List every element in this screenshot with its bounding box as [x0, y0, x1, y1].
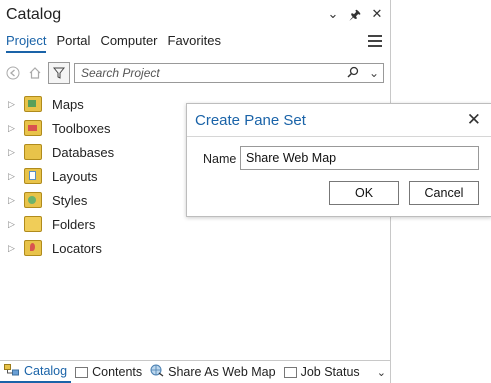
- home-icon[interactable]: [26, 64, 44, 82]
- folder-icon: [24, 216, 42, 232]
- pin-icon[interactable]: 🖈: [348, 6, 362, 28]
- tree-item-label: Styles: [52, 192, 88, 208]
- tab-label: Share As Web Map: [168, 365, 276, 379]
- chevron-down-icon[interactable]: ⌄: [326, 6, 340, 28]
- name-label: Name: [203, 152, 237, 166]
- tree-item-databases[interactable]: ▷ Databases: [8, 140, 114, 164]
- chevron-down-icon[interactable]: ⌄: [369, 66, 379, 81]
- tree-item-label: Layouts: [52, 168, 98, 184]
- search-input[interactable]: [79, 65, 347, 81]
- create-pane-set-dialog: Create Pane Set ✕ Name OK Cancel: [186, 103, 491, 217]
- divider: [187, 136, 491, 137]
- expand-icon[interactable]: ▷: [8, 219, 18, 230]
- ok-button[interactable]: OK: [329, 181, 399, 205]
- catalog-tabs: Project Portal Computer Favorites: [6, 33, 221, 53]
- tab-share-as-web-map[interactable]: Share As Web Map: [146, 361, 279, 383]
- tree-item-folders[interactable]: ▷ Folders: [8, 212, 114, 236]
- chevron-down-icon[interactable]: ⌄: [377, 366, 386, 379]
- tree-item-styles[interactable]: ▷ Styles: [8, 188, 114, 212]
- tree-item-label: Toolboxes: [52, 120, 111, 136]
- tree-item-label: Folders: [52, 216, 96, 232]
- tab-label: Contents: [92, 365, 143, 379]
- tree-item-maps[interactable]: ▷ Maps: [8, 92, 114, 116]
- tab-label: Catalog: [24, 364, 68, 378]
- menu-icon[interactable]: [368, 35, 382, 47]
- expand-icon[interactable]: ▷: [8, 171, 18, 182]
- expand-icon[interactable]: ▷: [8, 147, 18, 158]
- bottom-tab-bar: Catalog Contents Share As Web Map Job St…: [0, 360, 390, 383]
- tab-contents[interactable]: Contents: [71, 361, 146, 383]
- tab-catalog[interactable]: Catalog: [0, 361, 72, 383]
- tab-favorites[interactable]: Favorites: [168, 33, 221, 53]
- pane-title-controls: ⌄ 🖈 ✕: [326, 6, 384, 28]
- close-icon[interactable]: ✕: [467, 110, 481, 130]
- expand-icon[interactable]: ▷: [8, 195, 18, 206]
- tree-item-layouts[interactable]: ▷ Layouts: [8, 164, 114, 188]
- tab-portal[interactable]: Portal: [56, 33, 90, 53]
- tab-computer[interactable]: Computer: [100, 33, 157, 53]
- tree-item-label: Locators: [52, 240, 102, 256]
- tab-job-status[interactable]: Job Status: [280, 361, 364, 383]
- share-icon: [150, 364, 164, 380]
- tree-item-label: Databases: [52, 144, 115, 160]
- catalog-tree: ▷ Maps ▷ Toolboxes ▷ Databases ▷ Layouts…: [8, 92, 114, 260]
- styles-icon: [24, 192, 42, 208]
- close-icon[interactable]: ✕: [370, 6, 384, 28]
- tree-item-toolboxes[interactable]: ▷ Toolboxes: [8, 116, 114, 140]
- job-status-icon: [283, 366, 297, 378]
- expand-icon[interactable]: ▷: [8, 99, 18, 110]
- tree-item-label: Maps: [52, 96, 84, 112]
- contents-icon: [75, 366, 89, 378]
- back-icon[interactable]: [4, 64, 22, 82]
- layout-icon: [24, 168, 42, 184]
- catalog-icon: [4, 363, 20, 379]
- name-field[interactable]: [240, 146, 479, 170]
- search-icon[interactable]: [347, 66, 359, 81]
- catalog-toolbar: ⌄: [4, 62, 384, 84]
- expand-icon[interactable]: ▷: [8, 123, 18, 134]
- locator-icon: [24, 240, 42, 256]
- dialog-title: Create Pane Set: [195, 112, 306, 129]
- toolbox-icon: [24, 120, 42, 136]
- cancel-button[interactable]: Cancel: [409, 181, 479, 205]
- maps-icon: [24, 96, 42, 112]
- search-box: ⌄: [74, 63, 384, 83]
- database-icon: [24, 144, 42, 160]
- tab-project[interactable]: Project: [6, 33, 47, 53]
- tab-label: Job Status: [300, 365, 360, 379]
- expand-icon[interactable]: ▷: [8, 243, 18, 254]
- tree-item-locators[interactable]: ▷ Locators: [8, 236, 114, 260]
- filter-icon[interactable]: [48, 62, 70, 84]
- pane-title: Catalog: [6, 6, 62, 23]
